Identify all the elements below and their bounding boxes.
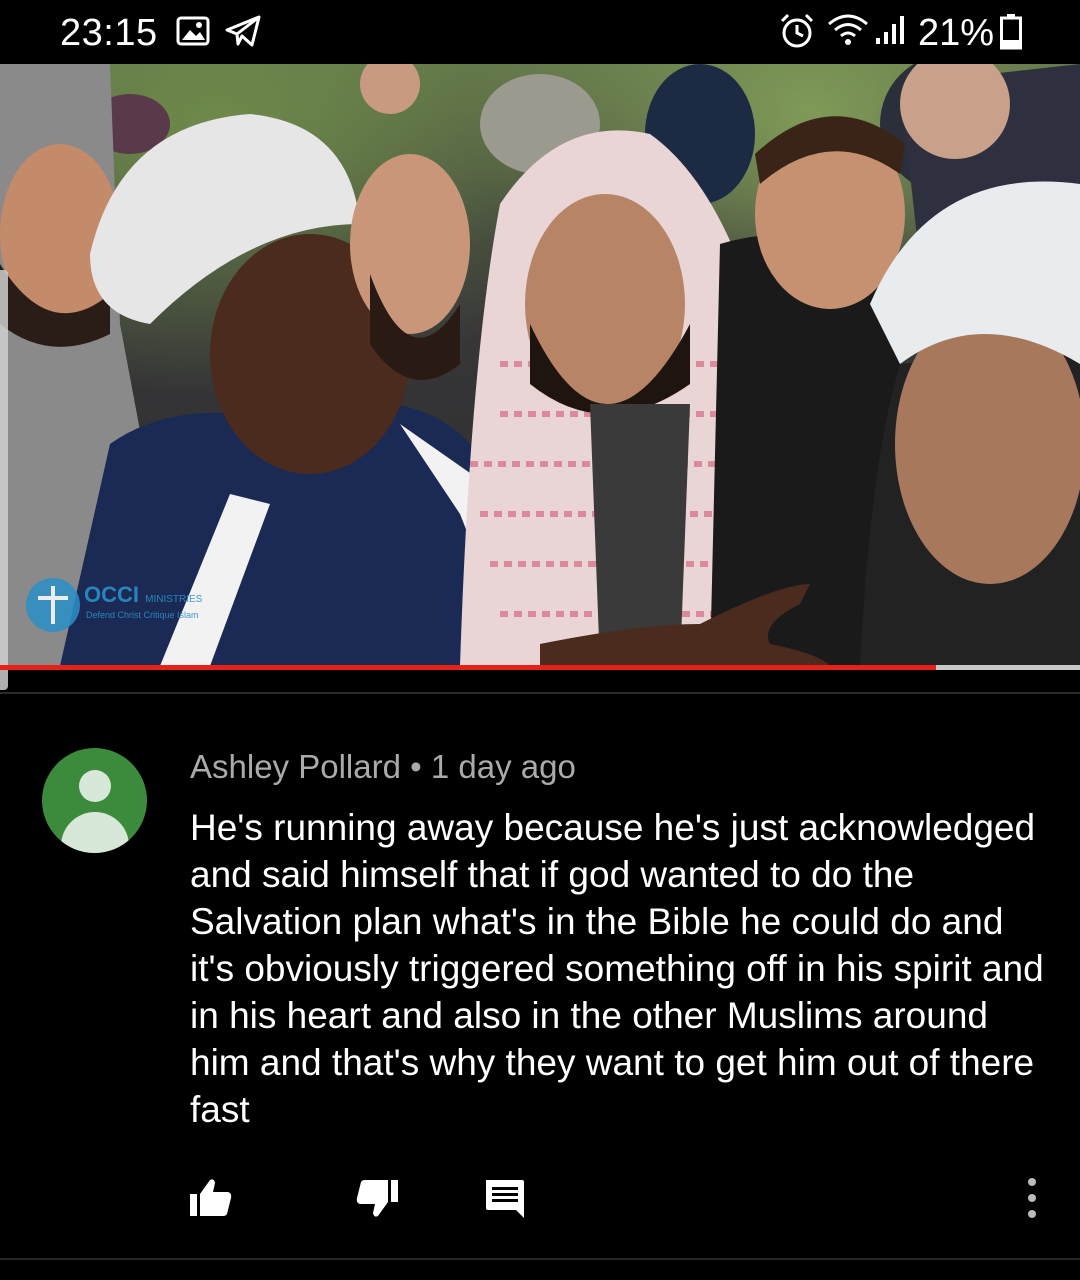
watermark-small: MINISTRIES (145, 594, 203, 605)
comment-time: 1 day ago (430, 748, 576, 785)
video-progress-bar[interactable] (0, 665, 1080, 670)
status-time: 23:15 (60, 12, 158, 54)
battery-icon (1000, 14, 1022, 50)
reply-button[interactable] (480, 1174, 528, 1222)
divider (0, 692, 1080, 694)
watermark-main: OCCI (84, 582, 139, 607)
divider (0, 1258, 1080, 1260)
like-icon (190, 1179, 232, 1216)
comment-meta: Ashley Pollard • 1 day ago (190, 748, 576, 786)
battery-percent: 21% (918, 12, 995, 54)
gallery-icon (176, 16, 210, 46)
video-frame (0, 64, 1080, 666)
status-bar: 23:15 21% (0, 0, 1080, 64)
video-progress-fill (0, 665, 937, 670)
comment-actions (0, 1170, 1080, 1230)
more-options-icon (1028, 1178, 1036, 1218)
more-options-button[interactable] (1008, 1174, 1056, 1222)
comment-text: He's running away because he's just ackn… (190, 807, 1044, 1130)
telegram-icon (225, 15, 261, 47)
alarm-icon (780, 13, 814, 48)
dislike-icon (356, 1180, 398, 1217)
signal-icon (876, 16, 904, 44)
like-button[interactable] (186, 1174, 234, 1222)
dislike-button[interactable] (354, 1174, 402, 1222)
edge-panel-handle[interactable] (0, 270, 8, 690)
comment-author[interactable]: Ashley Pollard (190, 748, 401, 785)
avatar[interactable] (42, 748, 147, 853)
cross-logo-icon (26, 578, 80, 632)
reply-icon (486, 1180, 524, 1218)
watermark-sub: Defend Christ Critique Islam (86, 610, 199, 620)
meta-separator: • (410, 748, 422, 785)
wifi-icon (828, 14, 868, 45)
video-player[interactable]: OCCI MINISTRIES Defend Christ Critique I… (0, 64, 1080, 666)
